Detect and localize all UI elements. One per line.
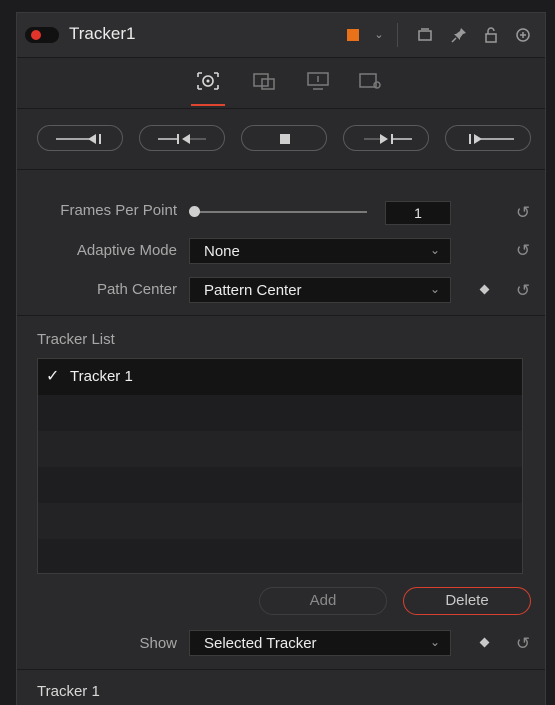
tab-settings[interactable] bbox=[357, 70, 383, 92]
inspector-header: Tracker1 ⌄ bbox=[17, 13, 545, 58]
node-color-swatch[interactable] bbox=[347, 29, 359, 41]
reset-icon[interactable]: ↺ bbox=[513, 634, 533, 654]
reset-icon[interactable] bbox=[513, 25, 533, 45]
pin-icon[interactable] bbox=[449, 25, 469, 45]
adaptive-mode-label: Adaptive Mode bbox=[76, 242, 177, 259]
frames-per-point-slider-track[interactable] bbox=[197, 211, 367, 213]
tracking-transport bbox=[17, 109, 545, 170]
list-item-label: Tracker 1 bbox=[70, 368, 133, 385]
tab-tracker[interactable] bbox=[195, 70, 221, 92]
reset-icon[interactable]: ↺ bbox=[513, 203, 533, 223]
section-divider bbox=[17, 315, 545, 316]
reset-icon[interactable]: ↺ bbox=[513, 241, 533, 261]
tab-display[interactable] bbox=[305, 70, 331, 92]
active-tab-underline bbox=[191, 104, 225, 106]
frames-per-point-input[interactable]: 1 bbox=[385, 201, 451, 225]
track-forward-button[interactable] bbox=[343, 125, 429, 151]
adaptive-mode-value: None bbox=[204, 243, 240, 260]
list-item[interactable]: ✓ Tracker 1 bbox=[38, 359, 522, 395]
tab-operation[interactable] bbox=[251, 70, 277, 92]
tile-icon[interactable] bbox=[415, 25, 435, 45]
track-reverse-button[interactable] bbox=[139, 125, 225, 151]
chevron-down-icon[interactable]: ⌄ bbox=[369, 25, 389, 45]
show-value: Selected Tracker bbox=[204, 635, 317, 652]
show-label: Show bbox=[139, 635, 177, 652]
delete-tracker-button[interactable]: Delete bbox=[403, 587, 531, 615]
tracker-section-title: Tracker 1 bbox=[37, 683, 100, 700]
chevron-down-icon: ⌄ bbox=[429, 635, 440, 649]
list-item-empty bbox=[38, 467, 522, 503]
list-item-empty bbox=[38, 431, 522, 467]
path-center-label: Path Center bbox=[96, 281, 177, 298]
keyframe-diamond-icon[interactable] bbox=[479, 637, 490, 648]
frames-per-point-label: Frames Per Point bbox=[60, 202, 177, 219]
list-item-empty bbox=[38, 395, 522, 431]
tracker-list: ✓ Tracker 1 bbox=[37, 358, 523, 574]
app-frame: Tracker1 ⌄ Frames Per Point 1 ↺ Adaptive… bbox=[0, 0, 555, 705]
reset-icon[interactable]: ↺ bbox=[513, 281, 533, 301]
header-divider bbox=[397, 23, 398, 47]
path-center-value: Pattern Center bbox=[204, 282, 302, 299]
chevron-down-icon: ⌄ bbox=[429, 282, 440, 296]
chevron-down-icon: ⌄ bbox=[429, 243, 440, 257]
show-dropdown[interactable]: Selected Tracker ⌄ bbox=[189, 630, 451, 656]
list-item-empty bbox=[38, 539, 522, 573]
list-item-empty bbox=[38, 503, 522, 539]
track-reverse-from-end-button[interactable] bbox=[37, 125, 123, 151]
keyframe-diamond-icon[interactable] bbox=[479, 284, 490, 295]
frames-per-point-slider-knob[interactable] bbox=[189, 206, 200, 217]
node-enable-toggle[interactable] bbox=[25, 27, 59, 43]
tracker-list-title: Tracker List bbox=[37, 331, 115, 348]
inspector-panel: Tracker1 ⌄ Frames Per Point 1 ↺ Adaptive… bbox=[16, 12, 546, 705]
toggle-dot-icon bbox=[31, 30, 41, 40]
adaptive-mode-dropdown[interactable]: None ⌄ bbox=[189, 238, 451, 264]
node-title: Tracker1 bbox=[69, 24, 136, 43]
lock-icon[interactable] bbox=[481, 25, 501, 45]
inspector-tabs bbox=[17, 58, 545, 109]
track-forward-from-start-button[interactable] bbox=[445, 125, 531, 151]
checkmark-icon[interactable]: ✓ bbox=[46, 366, 59, 386]
section-divider bbox=[17, 669, 545, 670]
path-center-dropdown[interactable]: Pattern Center ⌄ bbox=[189, 277, 451, 303]
stop-tracking-button[interactable] bbox=[241, 125, 327, 151]
add-tracker-button[interactable]: Add bbox=[259, 587, 387, 615]
